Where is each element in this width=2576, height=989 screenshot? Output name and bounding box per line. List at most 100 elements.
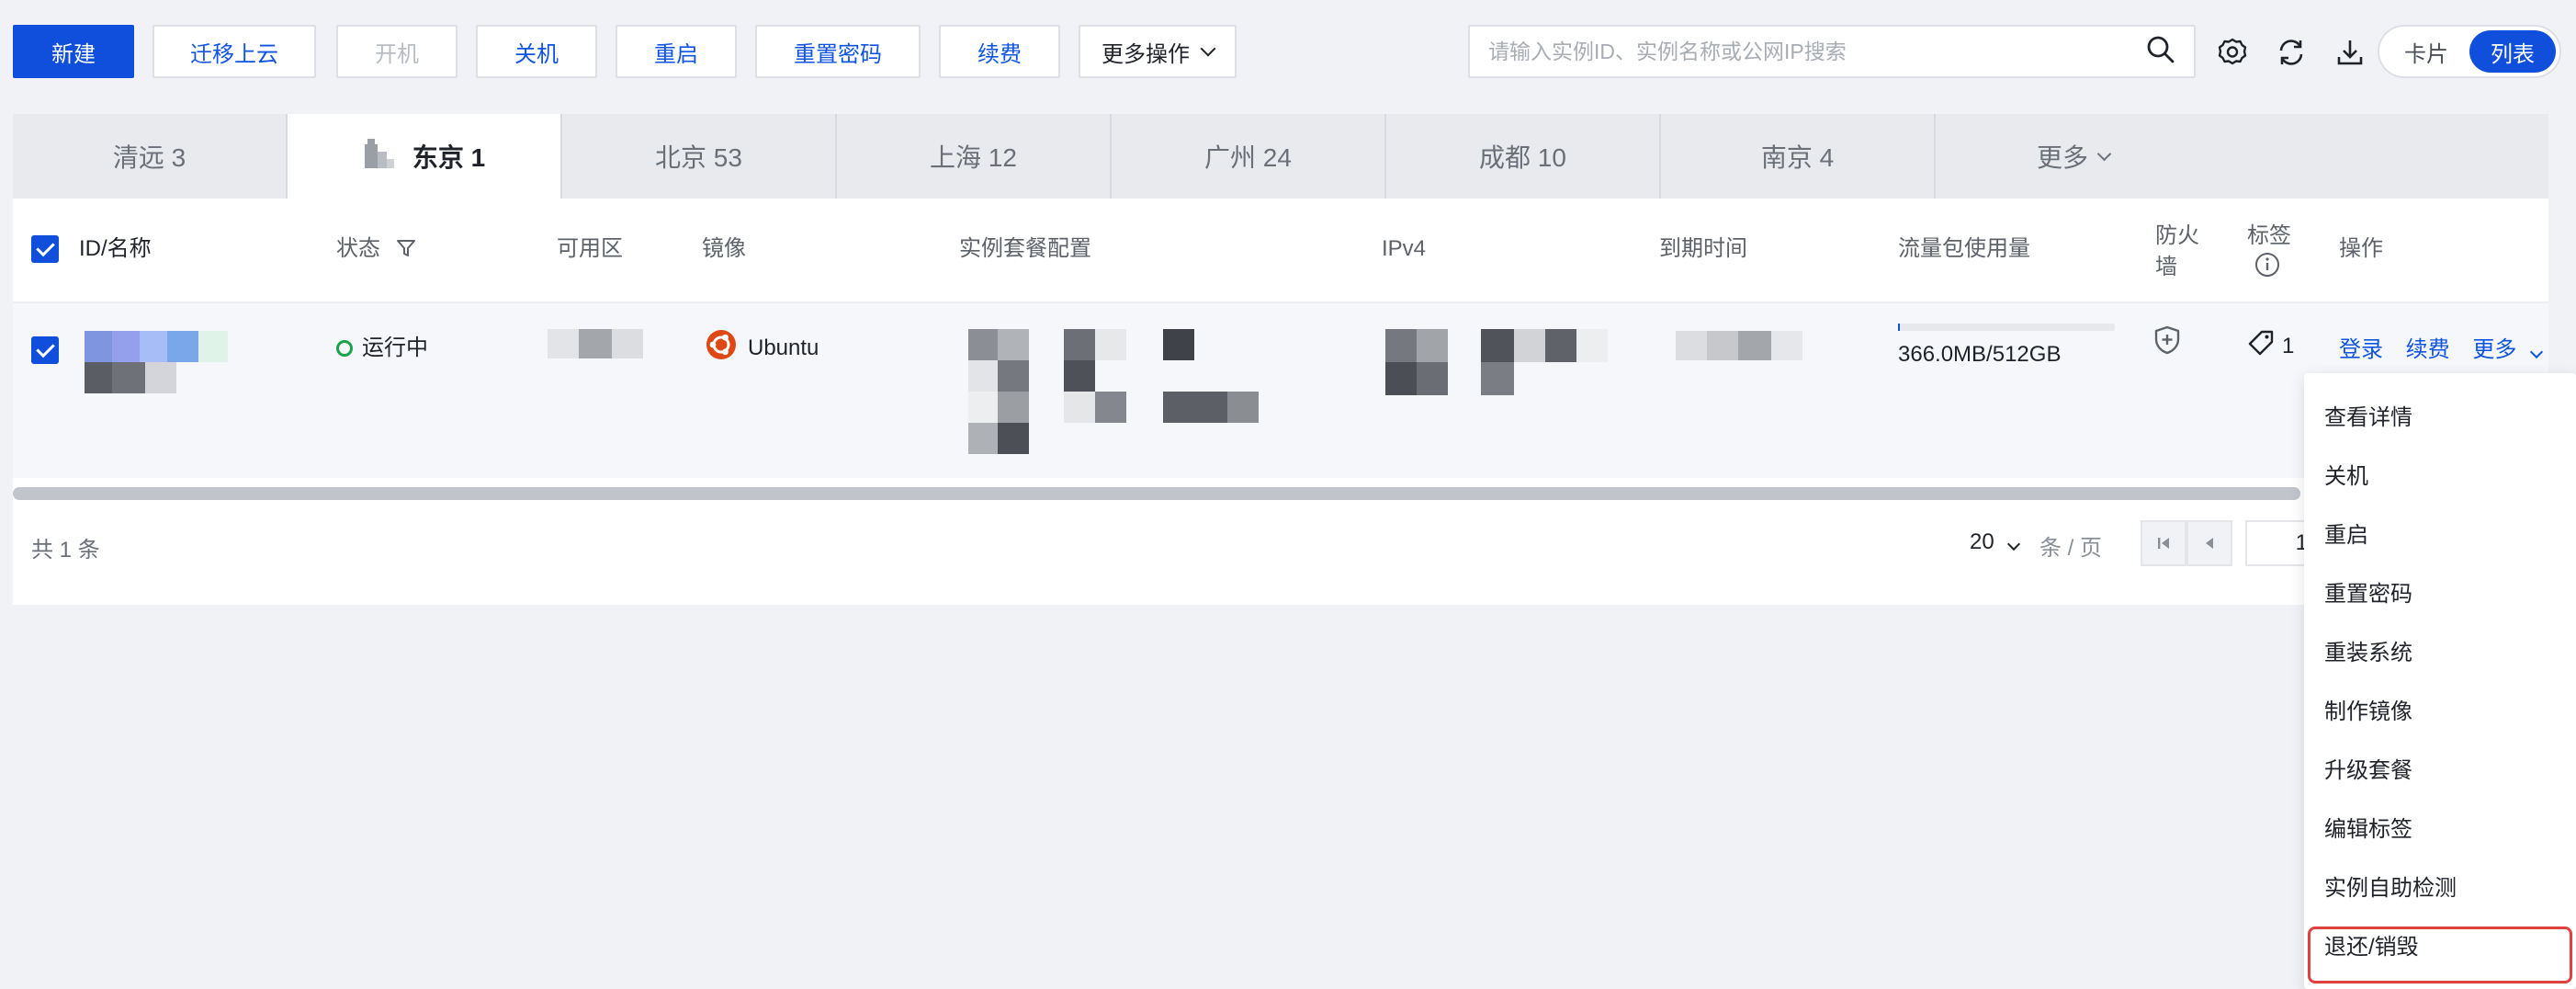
toolbar: 新建 迁移上云 开机 关机 重启 重置密码 续费 更多操作 卡片 列表 (13, 25, 2563, 78)
view-list-option[interactable]: 列表 (2469, 30, 2556, 73)
menu-item-edit-tags[interactable]: 编辑标签 (2324, 814, 2412, 846)
menu-item-reinstall[interactable]: 重装系统 (2324, 638, 2412, 669)
migrate-button[interactable]: 迁移上云 (153, 25, 316, 78)
more-actions-menu: 查看详情 关机 重启 重置密码 重装系统 制作镜像 升级套餐 编辑标签 实例自助… (2304, 373, 2576, 989)
chevron-down-icon (2529, 345, 2544, 359)
tab-nanjing[interactable]: 南京 4 (1661, 114, 1936, 199)
search-icon[interactable] (2146, 35, 2175, 69)
header-config: 实例套餐配置 (959, 236, 1091, 261)
refresh-icon[interactable] (2275, 36, 2308, 69)
redacted-instance-name[interactable] (72, 331, 233, 395)
search-input[interactable] (1488, 39, 2146, 64)
prev-page-icon[interactable] (2186, 520, 2232, 566)
search-box (1468, 25, 2196, 78)
image-label: Ubuntu (748, 335, 819, 360)
menu-item-create-image[interactable]: 制作镜像 (2324, 697, 2412, 728)
tab-beijing[interactable]: 北京 53 (562, 114, 837, 199)
image-cell: Ubuntu (706, 329, 819, 367)
redacted-ipv4 (1385, 329, 1624, 395)
restart-button[interactable]: 重启 (616, 25, 737, 78)
table-header: ID/名称 状态 可用区 镜像 实例套餐配置 IPv4 到期时间 流量包使用量 … (13, 199, 2548, 303)
firewall-shield-icon[interactable] (2153, 325, 2181, 361)
header-tags-label: 标签 (2247, 223, 2291, 248)
more-link[interactable]: 更多 (2472, 337, 2544, 362)
header-zone: 可用区 (557, 236, 623, 261)
traffic-progress-bar (1898, 324, 2115, 331)
instance-table: ID/名称 状态 可用区 镜像 实例套餐配置 IPv4 到期时间 流量包使用量 … (13, 199, 2548, 605)
tab-more[interactable]: 更多 (1936, 114, 2210, 199)
tab-label: 东京 1 (412, 143, 486, 172)
tab-label: 广州 24 (1204, 143, 1292, 172)
start-button[interactable]: 开机 (336, 25, 458, 78)
header-traffic: 流量包使用量 (1898, 236, 2030, 261)
actions-cell: 登录 续费 更多 (2339, 331, 2544, 363)
renew-link[interactable]: 续费 (2406, 337, 2450, 362)
total-count: 共 1 条 (31, 538, 100, 563)
tab-guangzhou[interactable]: 广州 24 (1112, 114, 1386, 199)
header-firewall-line2: 墙 (2155, 255, 2177, 279)
header-image: 镜像 (702, 236, 746, 261)
tab-label: 清远 3 (112, 143, 186, 172)
page-size-value: 20 (1970, 529, 1994, 554)
menu-item-upgrade[interactable]: 升级套餐 (2324, 756, 2412, 787)
tab-label: 上海 12 (930, 143, 1017, 172)
view-card-option[interactable]: 卡片 (2383, 30, 2469, 73)
info-icon[interactable] (2254, 252, 2291, 287)
header-status[interactable]: 状态 (336, 233, 416, 267)
more-actions-label: 更多操作 (1102, 41, 1190, 67)
shutdown-button[interactable]: 关机 (476, 25, 597, 78)
tab-chengdu[interactable]: 成都 10 (1386, 114, 1661, 199)
redacted-config (968, 329, 1271, 458)
header-firewall: 防火 墙 (2155, 221, 2199, 283)
menu-item-reset-password[interactable]: 重置密码 (2324, 579, 2412, 610)
ubuntu-icon (706, 329, 737, 367)
menu-item-shutdown[interactable]: 关机 (2324, 461, 2368, 493)
tag-icon (2247, 329, 2275, 363)
reset-password-button[interactable]: 重置密码 (755, 25, 921, 78)
menu-item-self-check[interactable]: 实例自助检测 (2324, 873, 2457, 904)
traffic-value: 366.0MB/512GB (1898, 342, 2062, 367)
tab-tokyo[interactable]: 东京 1 (288, 114, 562, 199)
status-running: 运行中 (336, 329, 428, 361)
tab-label: 更多 (2036, 143, 2088, 172)
horizontal-scrollbar[interactable] (13, 487, 2300, 500)
header-status-label: 状态 (336, 236, 380, 261)
filter-icon[interactable] (396, 239, 416, 264)
chevron-down-icon (2096, 146, 2112, 161)
header-ipv4: IPv4 (1382, 236, 1427, 261)
renew-button[interactable]: 续费 (939, 25, 1060, 78)
menu-item-view-details[interactable]: 查看详情 (2324, 403, 2412, 434)
login-link[interactable]: 登录 (2339, 337, 2383, 362)
chevron-down-icon (2007, 537, 2021, 551)
row-checkbox[interactable] (31, 336, 59, 364)
destroy-highlight-box (2308, 926, 2572, 983)
page-size-select[interactable]: 20 (1970, 529, 2021, 555)
header-actions: 操作 (2339, 236, 2383, 261)
tab-label: 成都 10 (1479, 143, 1566, 172)
header-expire: 到期时间 (1659, 236, 1747, 261)
header-id-name: ID/名称 (79, 236, 152, 261)
tab-label: 南京 4 (1760, 143, 1835, 172)
building-icon (363, 138, 396, 175)
new-button[interactable]: 新建 (13, 25, 134, 78)
status-dot-icon (336, 340, 353, 357)
traffic-cell: 366.0MB/512GB (1898, 324, 2118, 368)
more-link-label: 更多 (2472, 337, 2517, 362)
tab-label: 北京 53 (655, 143, 742, 172)
menu-item-restart[interactable]: 重启 (2324, 520, 2368, 551)
traffic-progress-fill (1898, 324, 1900, 331)
download-icon[interactable] (2333, 36, 2367, 69)
redacted-zone (548, 329, 643, 358)
chevron-down-icon (1200, 40, 1216, 57)
tab-shanghai[interactable]: 上海 12 (837, 114, 1112, 199)
gear-icon[interactable] (2216, 36, 2249, 69)
more-actions-dropdown[interactable]: 更多操作 (1079, 25, 1237, 78)
first-page-icon[interactable] (2141, 520, 2186, 566)
select-all-checkbox[interactable] (31, 235, 59, 263)
redacted-expire (1676, 331, 1804, 360)
page-size-unit: 条 / 页 (2039, 536, 2103, 561)
tag-count: 1 (2282, 333, 2295, 358)
tab-qingyuan[interactable]: 清远 3 (13, 114, 288, 199)
table-row: 运行中 Ubuntu 366.0MB/512GB 1 登录 续费 更多 (13, 303, 2548, 478)
tag-cell[interactable]: 1 (2247, 329, 2294, 363)
